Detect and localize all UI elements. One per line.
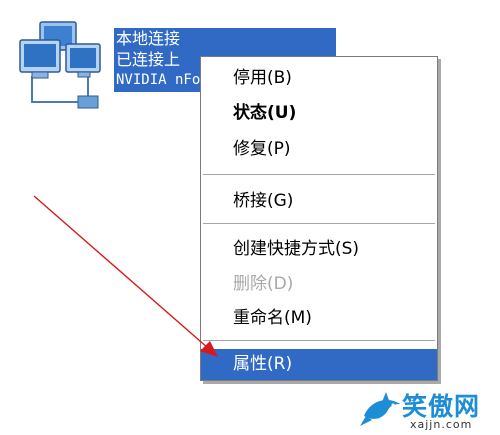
menu-item-create-shortcut[interactable]: 创建快捷方式(S) bbox=[201, 234, 437, 265]
menu-item-properties[interactable]: 属性(R) bbox=[201, 349, 437, 380]
dolphin-logo-icon bbox=[360, 392, 400, 426]
menu-separator bbox=[203, 223, 435, 224]
network-connection-icon[interactable] bbox=[14, 18, 114, 110]
menu-item-status[interactable]: 状态(U) bbox=[201, 98, 437, 129]
menu-item-delete: 删除(D) bbox=[233, 274, 294, 294]
menu-item-repair[interactable]: 修复(P) bbox=[201, 134, 437, 165]
menu-item-rename[interactable]: 重命名(M) bbox=[201, 303, 437, 334]
menu-separator bbox=[203, 340, 435, 341]
watermark-logo: 笑傲网 xajjn.com bbox=[356, 384, 500, 435]
watermark-url: xajjn.com bbox=[410, 418, 473, 431]
context-menu: 停用(B) 状态(U) 修复(P) 桥接(G) 创建快捷方式(S) 删除(D) … bbox=[200, 56, 438, 381]
connection-name: 本地连接 bbox=[116, 29, 181, 48]
menu-item-bridge[interactable]: 桥接(G) bbox=[201, 186, 437, 217]
menu-item-disable[interactable]: 停用(B) bbox=[201, 63, 437, 94]
menu-separator bbox=[203, 174, 435, 175]
